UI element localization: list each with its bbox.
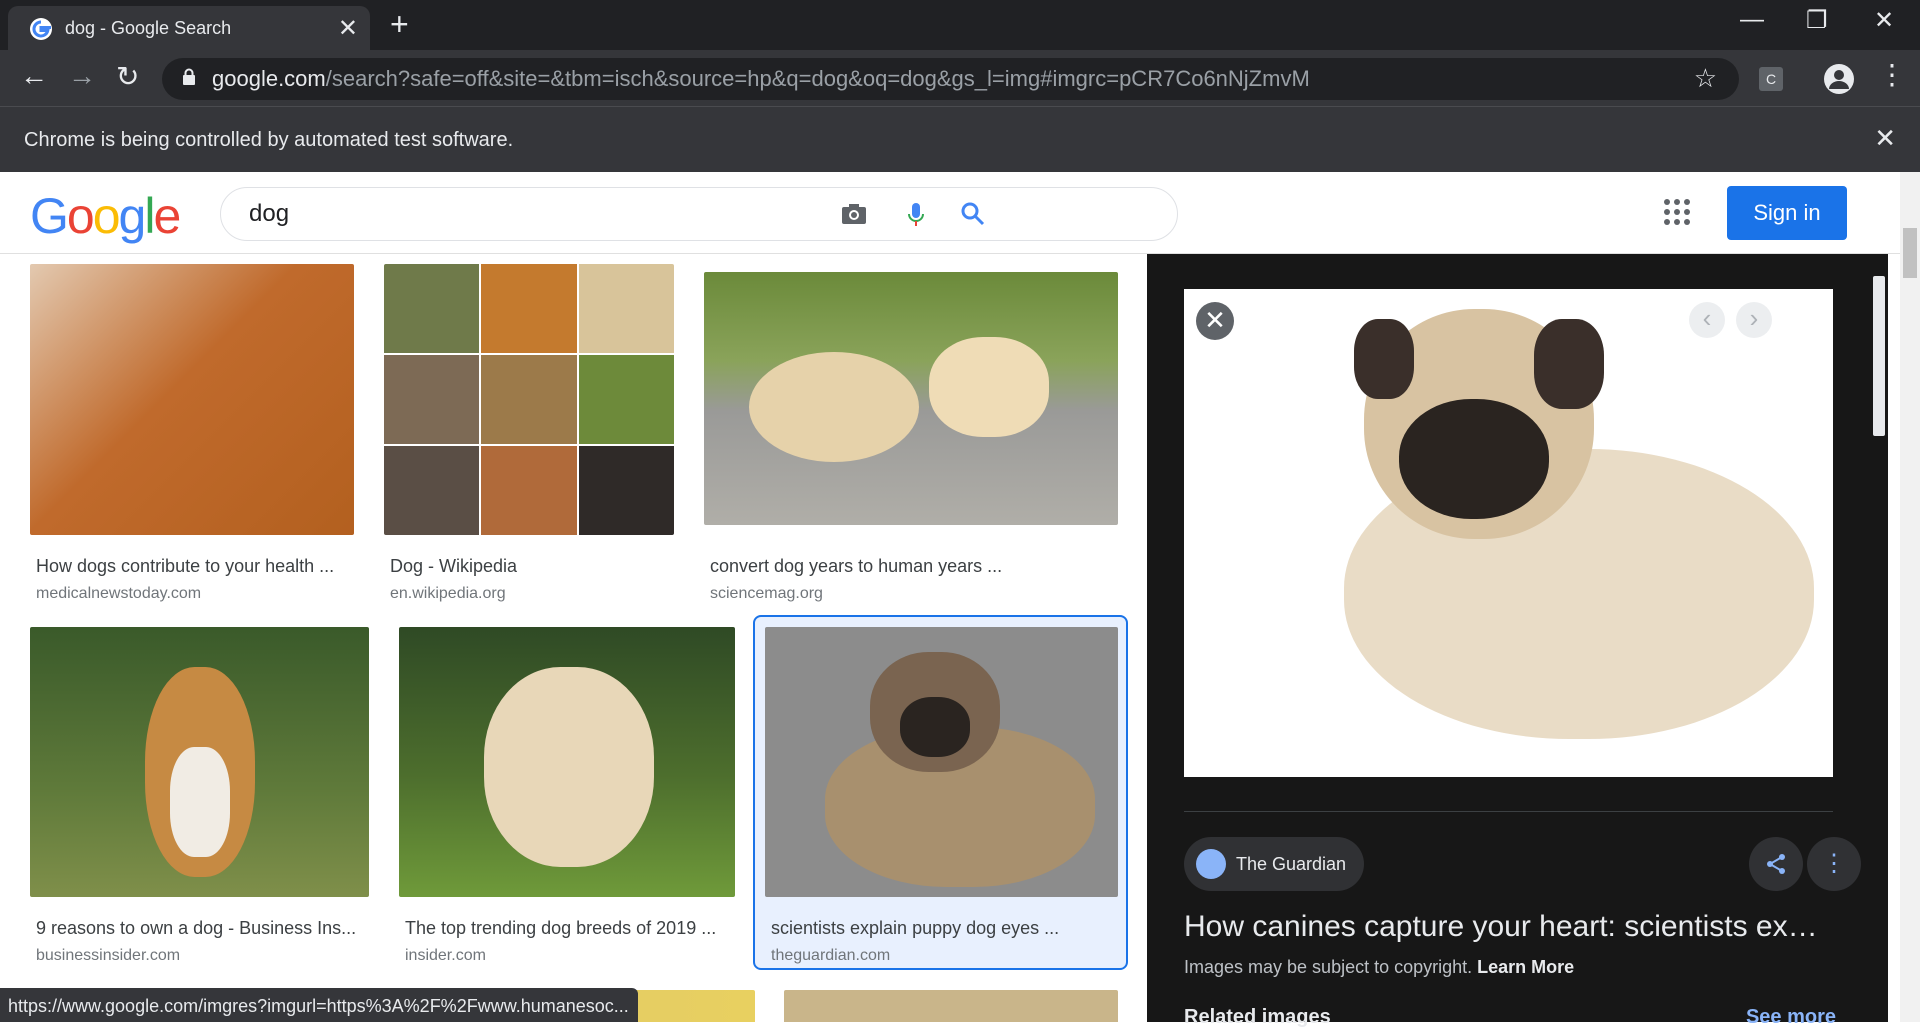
google-header: Google Sign in — [0, 172, 1900, 254]
globe-icon — [1196, 849, 1226, 879]
related-images-heading: Related images — [1184, 1006, 1331, 1028]
result-thumbnail[interactable] — [384, 264, 674, 535]
sign-in-button[interactable]: Sign in — [1727, 186, 1847, 240]
address-bar[interactable]: google.com/search?safe=off&site=&tbm=isc… — [162, 58, 1739, 100]
search-box — [220, 187, 1178, 241]
chrome-menu-icon[interactable]: ⋮ — [1878, 58, 1906, 91]
result-thumbnail[interactable] — [30, 264, 354, 535]
forward-icon[interactable]: → — [68, 60, 96, 92]
infobar-message: Chrome is being controlled by automated … — [24, 129, 514, 151]
page-scrollbar[interactable] — [1900, 172, 1920, 1022]
source-name: The Guardian — [1236, 854, 1347, 874]
new-tab-button[interactable]: + — [390, 6, 409, 43]
image-results-grid: How dogs contribute to your health ... m… — [0, 254, 1147, 1022]
tab-bar: dog - Google Search ✕ + — ❐ ✕ — [0, 0, 1920, 50]
page-scroll-thumb[interactable] — [1903, 228, 1917, 278]
minimize-icon[interactable]: — — [1740, 6, 1764, 34]
share-button[interactable] — [1749, 837, 1803, 891]
source-chip[interactable]: The Guardian — [1184, 837, 1365, 891]
result-thumbnail[interactable] — [399, 627, 735, 897]
browser-toolbar: ← → ↻ google.com/search?safe=off&site=&t… — [0, 50, 1920, 106]
result-source[interactable]: businessinsider.com — [36, 947, 180, 965]
copyright-text: Images may be subject to copyright. — [1184, 957, 1473, 977]
preview-image[interactable] — [1184, 289, 1833, 777]
reload-icon[interactable]: ↻ — [116, 60, 139, 93]
learn-more-link[interactable]: Learn More — [1477, 957, 1574, 977]
apps-grid-icon[interactable] — [1664, 199, 1690, 225]
status-bar-url: https://www.google.com/imgres?imgurl=htt… — [0, 988, 638, 1022]
result-thumbnail[interactable] — [704, 272, 1118, 525]
image-preview-panel: ✕ ‹ › The Guardian ⋮ How canines capture… — [1147, 254, 1870, 1028]
result-thumbnail[interactable] — [765, 627, 1118, 897]
result-source[interactable]: theguardian.com — [771, 947, 890, 965]
result-caption[interactable]: 9 reasons to own a dog - Business Ins... — [36, 918, 356, 939]
bookmark-star-icon[interactable]: ☆ — [1694, 63, 1717, 94]
panel-scroll-thumb[interactable] — [1873, 276, 1885, 436]
result-source[interactable]: sciencemag.org — [710, 585, 823, 603]
result-source[interactable]: en.wikipedia.org — [390, 585, 506, 603]
browser-tab[interactable]: dog - Google Search ✕ — [8, 6, 370, 50]
result-source[interactable]: medicalnewstoday.com — [36, 585, 201, 603]
url-path: /search?safe=off&site=&tbm=isch&source=h… — [325, 66, 1310, 91]
infobar-close-icon[interactable]: ✕ — [1874, 123, 1896, 154]
profile-avatar-icon[interactable] — [1824, 64, 1854, 94]
result-thumbnail[interactable] — [784, 990, 1118, 1022]
result-caption[interactable]: How dogs contribute to your health ... — [36, 556, 334, 577]
restore-icon[interactable]: ❐ — [1806, 6, 1828, 35]
copyright-notice: Images may be subject to copyright. Lear… — [1184, 957, 1574, 978]
divider — [1184, 811, 1833, 812]
microphone-icon[interactable] — [907, 202, 925, 235]
more-options-icon[interactable]: ⋮ — [1807, 837, 1861, 891]
result-caption[interactable]: convert dog years to human years ... — [710, 556, 1002, 577]
result-source[interactable]: insider.com — [405, 947, 486, 965]
share-icon — [1767, 854, 1785, 874]
google-favicon-icon — [30, 18, 52, 40]
url-text: google.com/search?safe=off&site=&tbm=isc… — [212, 66, 1310, 92]
preview-title[interactable]: How canines capture your heart: scientis… — [1184, 910, 1833, 944]
extension-icon[interactable]: C — [1759, 67, 1783, 91]
previous-image-icon[interactable]: ‹ — [1689, 302, 1725, 338]
back-icon[interactable]: ← — [20, 60, 48, 92]
tab-title: dog - Google Search — [65, 18, 232, 38]
search-icon[interactable] — [961, 202, 985, 233]
url-host: google.com — [212, 66, 326, 91]
lock-icon — [183, 68, 195, 85]
camera-icon[interactable] — [841, 202, 867, 233]
tab-close-icon[interactable]: ✕ — [338, 14, 358, 43]
preview-close-button[interactable]: ✕ — [1196, 302, 1234, 340]
result-caption[interactable]: Dog - Wikipedia — [390, 556, 517, 577]
next-image-icon[interactable]: › — [1736, 302, 1772, 338]
automation-infobar: Chrome is being controlled by automated … — [0, 106, 1920, 172]
result-caption[interactable]: scientists explain puppy dog eyes ... — [771, 918, 1059, 939]
result-thumbnail[interactable] — [30, 627, 369, 897]
result-caption[interactable]: The top trending dog breeds of 2019 ... — [405, 918, 716, 939]
panel-scrollbar[interactable] — [1870, 254, 1888, 1022]
google-logo[interactable]: Google — [30, 187, 181, 245]
window-close-icon[interactable]: ✕ — [1874, 6, 1894, 35]
see-more-link[interactable]: See more — [1746, 1006, 1836, 1029]
